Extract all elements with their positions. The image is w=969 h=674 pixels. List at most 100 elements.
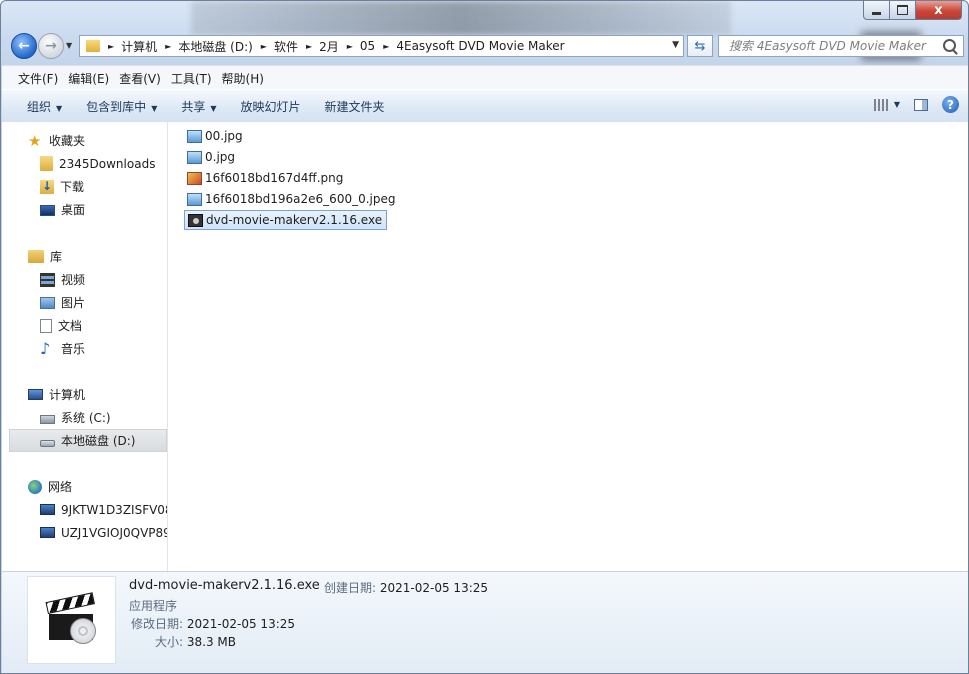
sidebar-item-label: UZJ1VGIOJ0QVP89 — [61, 525, 167, 540]
organize-label: 组织 — [27, 99, 52, 114]
network-icon — [28, 479, 42, 494]
details-modified: 修改日期: 2021-02-05 13:25 — [131, 615, 295, 632]
main-content: ★ 收藏夹 2345Downloads 下载 桌面 — [2, 122, 968, 571]
png-file-icon — [187, 171, 202, 185]
minimize-icon — [872, 11, 881, 15]
command-bar-right: ▼ ? — [873, 96, 959, 113]
sidebar-item-drive-d[interactable]: 本地磁盘 (D:) — [9, 429, 167, 452]
close-icon: x — [934, 2, 943, 18]
created-label: 创建日期: — [324, 581, 377, 595]
menu-bar: 文件(F) 编辑(E) 查看(V) 工具(T) 帮助(H) — [2, 65, 968, 90]
refresh-button[interactable]: ⇆ — [687, 35, 713, 57]
favorites-group: ★ 收藏夹 2345Downloads 下载 桌面 — [2, 129, 167, 221]
file-name: 0.jpg — [205, 150, 236, 164]
breadcrumb-separator-icon[interactable]: ► — [108, 42, 114, 51]
maximize-icon — [897, 5, 908, 15]
sidebar-group-label: 计算机 — [49, 388, 86, 402]
network-computer-icon — [40, 527, 55, 538]
include-in-library-button[interactable]: 包含到库中 ▼ — [74, 98, 169, 115]
sidebar-item-downloads[interactable]: 下载 — [2, 175, 167, 198]
sidebar-group-label: 收藏夹 — [49, 134, 86, 148]
network-group: 网络 9JKTW1D3ZISFV08 UZJ1VGIOJ0QVP89 — [2, 475, 167, 544]
search-icon[interactable] — [943, 39, 956, 52]
network-computer-icon — [40, 504, 55, 515]
sidebar-item-network-pc-2[interactable]: UZJ1VGIOJ0QVP89 — [2, 521, 167, 544]
file-item[interactable]: 16f6018bd196a2e6_600_0.jpeg — [184, 189, 399, 209]
sidebar-item-label: 2345Downloads — [59, 156, 156, 171]
caption-buttons: x — [863, 1, 962, 20]
sidebar-item-drive-c[interactable]: 系统 (C:) — [2, 406, 167, 429]
search-input[interactable] — [727, 38, 941, 54]
breadcrumb-computer[interactable]: 计算机 — [121, 38, 157, 55]
help-icon[interactable]: ? — [942, 96, 959, 113]
file-item-selected[interactable]: dvd-movie-makerv2.1.16.exe — [184, 210, 388, 230]
breadcrumb-current-folder[interactable]: 4Easysoft DVD Movie Maker — [396, 39, 564, 53]
include-in-library-label: 包含到库中 — [86, 99, 147, 114]
modified-value: 2021-02-05 13:25 — [186, 617, 296, 631]
breadcrumb-february[interactable]: 2月 — [319, 38, 339, 55]
file-item[interactable]: 00.jpg — [184, 126, 247, 146]
sidebar-item-pictures[interactable]: 图片 — [2, 291, 167, 314]
sidebar-item-documents[interactable]: 文档 — [2, 314, 167, 337]
sidebar-item-label: 图片 — [61, 296, 86, 310]
details-size: 大小: 38.3 MB — [155, 633, 236, 650]
clapperboard-disc-icon — [45, 592, 96, 644]
libraries-group: 库 视频 图片 文档 ♪ 音乐 — [2, 245, 167, 360]
breadcrumb-drive-d[interactable]: 本地磁盘 (D:) — [178, 38, 252, 55]
sidebar-item-computer[interactable]: 计算机 — [2, 383, 167, 406]
preview-pane-icon[interactable] — [914, 98, 928, 111]
breadcrumb-separator-icon[interactable]: ► — [261, 42, 267, 51]
sidebar-item-label: 视频 — [61, 273, 86, 287]
file-item[interactable]: 16f6018bd167d4ff.png — [184, 168, 347, 188]
size-value: 38.3 MB — [186, 635, 236, 649]
breadcrumb-separator-icon[interactable]: ► — [383, 42, 389, 51]
details-file-name: dvd-movie-makerv2.1.16.exe — [129, 578, 320, 593]
sidebar-item-favorites[interactable]: ★ 收藏夹 — [2, 129, 167, 152]
file-item[interactable]: 0.jpg — [184, 147, 239, 167]
minimize-button[interactable] — [863, 1, 890, 20]
explorer-window: x ← → ▼ ► 计算机 ► 本地磁盘 (D:) ► 软件 ► 2月 ► 05… — [0, 0, 969, 674]
maximize-button[interactable] — [890, 1, 916, 20]
slideshow-button[interactable]: 放映幻灯片 — [229, 98, 313, 115]
clapper-top — [45, 592, 95, 614]
computer-icon — [28, 389, 43, 400]
picture-icon — [40, 296, 55, 309]
breadcrumb-separator-icon[interactable]: ► — [165, 42, 171, 51]
sidebar-item-videos[interactable]: 视频 — [2, 268, 167, 291]
close-button[interactable]: x — [916, 1, 962, 20]
organize-button[interactable]: 组织 ▼ — [2, 98, 74, 115]
breadcrumb-separator-icon[interactable]: ► — [306, 42, 312, 51]
address-bar[interactable]: ► 计算机 ► 本地磁盘 (D:) ► 软件 ► 2月 ► 05 ► 4Easy… — [79, 35, 684, 57]
share-button[interactable]: 共享 ▼ — [169, 98, 228, 115]
menu-help[interactable]: 帮助(H) — [205, 70, 269, 87]
breadcrumb-05[interactable]: 05 — [360, 39, 375, 53]
hard-drive-icon — [40, 439, 55, 447]
chevron-down-icon: ▼ — [893, 100, 900, 109]
recent-pages-dropdown[interactable]: ▼ — [66, 41, 76, 51]
jpg-file-icon — [187, 192, 202, 206]
file-thumbnail — [27, 576, 116, 664]
star-icon: ★ — [28, 131, 42, 150]
change-view-button[interactable]: ▼ — [873, 98, 900, 111]
sidebar-item-2345downloads[interactable]: 2345Downloads — [2, 152, 167, 175]
chevron-down-icon: ▼ — [151, 103, 158, 113]
disc-icon — [69, 618, 96, 644]
sidebar-item-network-pc-1[interactable]: 9JKTW1D3ZISFV08 — [2, 498, 167, 521]
size-label: 大小: — [155, 635, 184, 649]
breadcrumb-separator-icon[interactable]: ► — [347, 42, 353, 51]
sidebar-item-libraries[interactable]: 库 — [2, 245, 167, 268]
address-dropdown-icon[interactable]: ▼ — [672, 40, 679, 50]
file-list: 00.jpg 0.jpg 16f6018bd167d4ff.png 16f601… — [168, 122, 968, 571]
sidebar-item-desktop[interactable]: 桌面 — [2, 198, 167, 221]
forward-button[interactable]: → — [38, 33, 64, 59]
refresh-icon: ⇆ — [694, 38, 706, 54]
sidebar-item-label: 桌面 — [61, 203, 86, 217]
file-name: 16f6018bd196a2e6_600_0.jpeg — [205, 192, 396, 206]
breadcrumb-software[interactable]: 软件 — [274, 38, 298, 55]
sidebar-group-label: 网络 — [48, 480, 73, 494]
sidebar-item-music[interactable]: ♪ 音乐 — [2, 337, 167, 360]
created-value: 2021-02-05 13:25 — [379, 581, 489, 595]
back-button[interactable]: ← — [11, 33, 37, 59]
sidebar-item-network[interactable]: 网络 — [2, 475, 167, 498]
new-folder-button[interactable]: 新建文件夹 — [313, 98, 397, 115]
